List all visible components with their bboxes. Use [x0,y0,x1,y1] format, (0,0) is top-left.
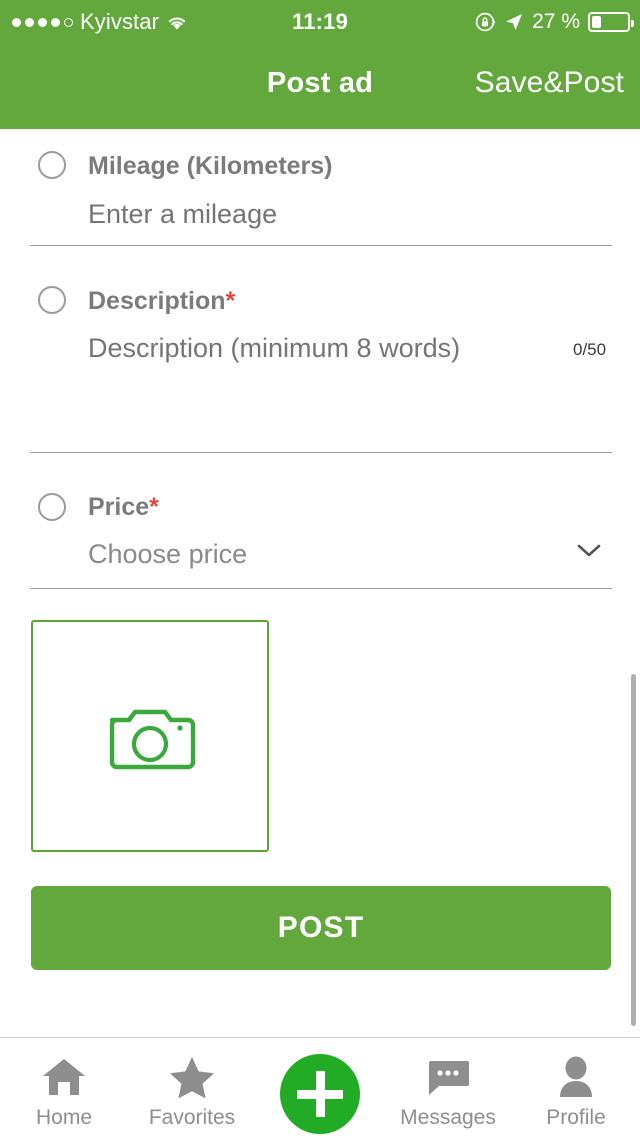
tab-label-home: Home [35,1106,93,1129]
save-and-post-button[interactable]: Save&Post [475,66,624,100]
home-icon [41,1054,87,1100]
field-label-mileage: Mileage (Kilometers) [88,152,333,181]
tab-label-messages: Messages [400,1106,496,1129]
bottom-tab-bar: Home Favorites Messages Profile [0,1037,640,1136]
tab-label-profile: Profile [546,1106,606,1129]
mileage-input[interactable] [88,199,568,230]
message-bubble-icon [425,1054,471,1100]
form-scroll-area[interactable]: Mileage (Kilometers) Description* 0/50 P… [0,129,640,1037]
person-icon [555,1054,597,1100]
app-screen: Kyivstar 11:19 27 % Post ad Save&Post Mi… [0,0,640,1136]
battery-fill [592,16,602,28]
tab-profile[interactable]: Profile [512,1038,640,1136]
tab-add[interactable] [256,1038,384,1136]
price-select-value[interactable]: Choose price [88,539,247,570]
chevron-down-icon[interactable] [577,544,601,558]
divider-description [30,452,612,453]
star-icon [169,1054,215,1100]
post-button[interactable]: POST [31,886,611,970]
location-arrow-icon [504,12,524,32]
photo-upload-box[interactable] [31,620,269,852]
battery-icon [588,12,634,32]
description-char-counter: 0/50 [573,340,607,359]
field-label-description: Description* [88,287,235,316]
radio-price[interactable] [38,493,66,521]
navigation-bar: Post ad Save&Post [0,44,640,129]
radio-description[interactable] [38,286,66,314]
divider-mileage [30,245,612,246]
tab-messages[interactable]: Messages [384,1038,512,1136]
radio-mileage[interactable] [38,151,66,179]
vertical-scrollbar[interactable] [631,674,636,1026]
tab-label-favorites: Favorites [148,1106,236,1129]
required-asterisk: * [225,287,236,315]
tab-favorites[interactable]: Favorites [128,1038,256,1136]
add-post-fab[interactable] [280,1054,360,1134]
battery-percent-label: 27 % [532,10,580,33]
label-text: Price [88,493,150,521]
status-bar: Kyivstar 11:19 27 % [0,0,640,44]
status-bar-right: 27 % [474,10,634,34]
description-input[interactable] [88,333,558,364]
label-text: Mileage (Kilometers) [88,152,333,180]
plus-icon-vertical [315,1071,325,1117]
field-label-price: Price* [88,493,159,522]
required-asterisk: * [149,493,159,521]
rotation-lock-icon [474,11,496,33]
tab-home[interactable]: Home [0,1038,128,1136]
camera-icon [104,700,196,772]
label-text: Description [88,287,226,315]
divider-price [30,588,612,589]
